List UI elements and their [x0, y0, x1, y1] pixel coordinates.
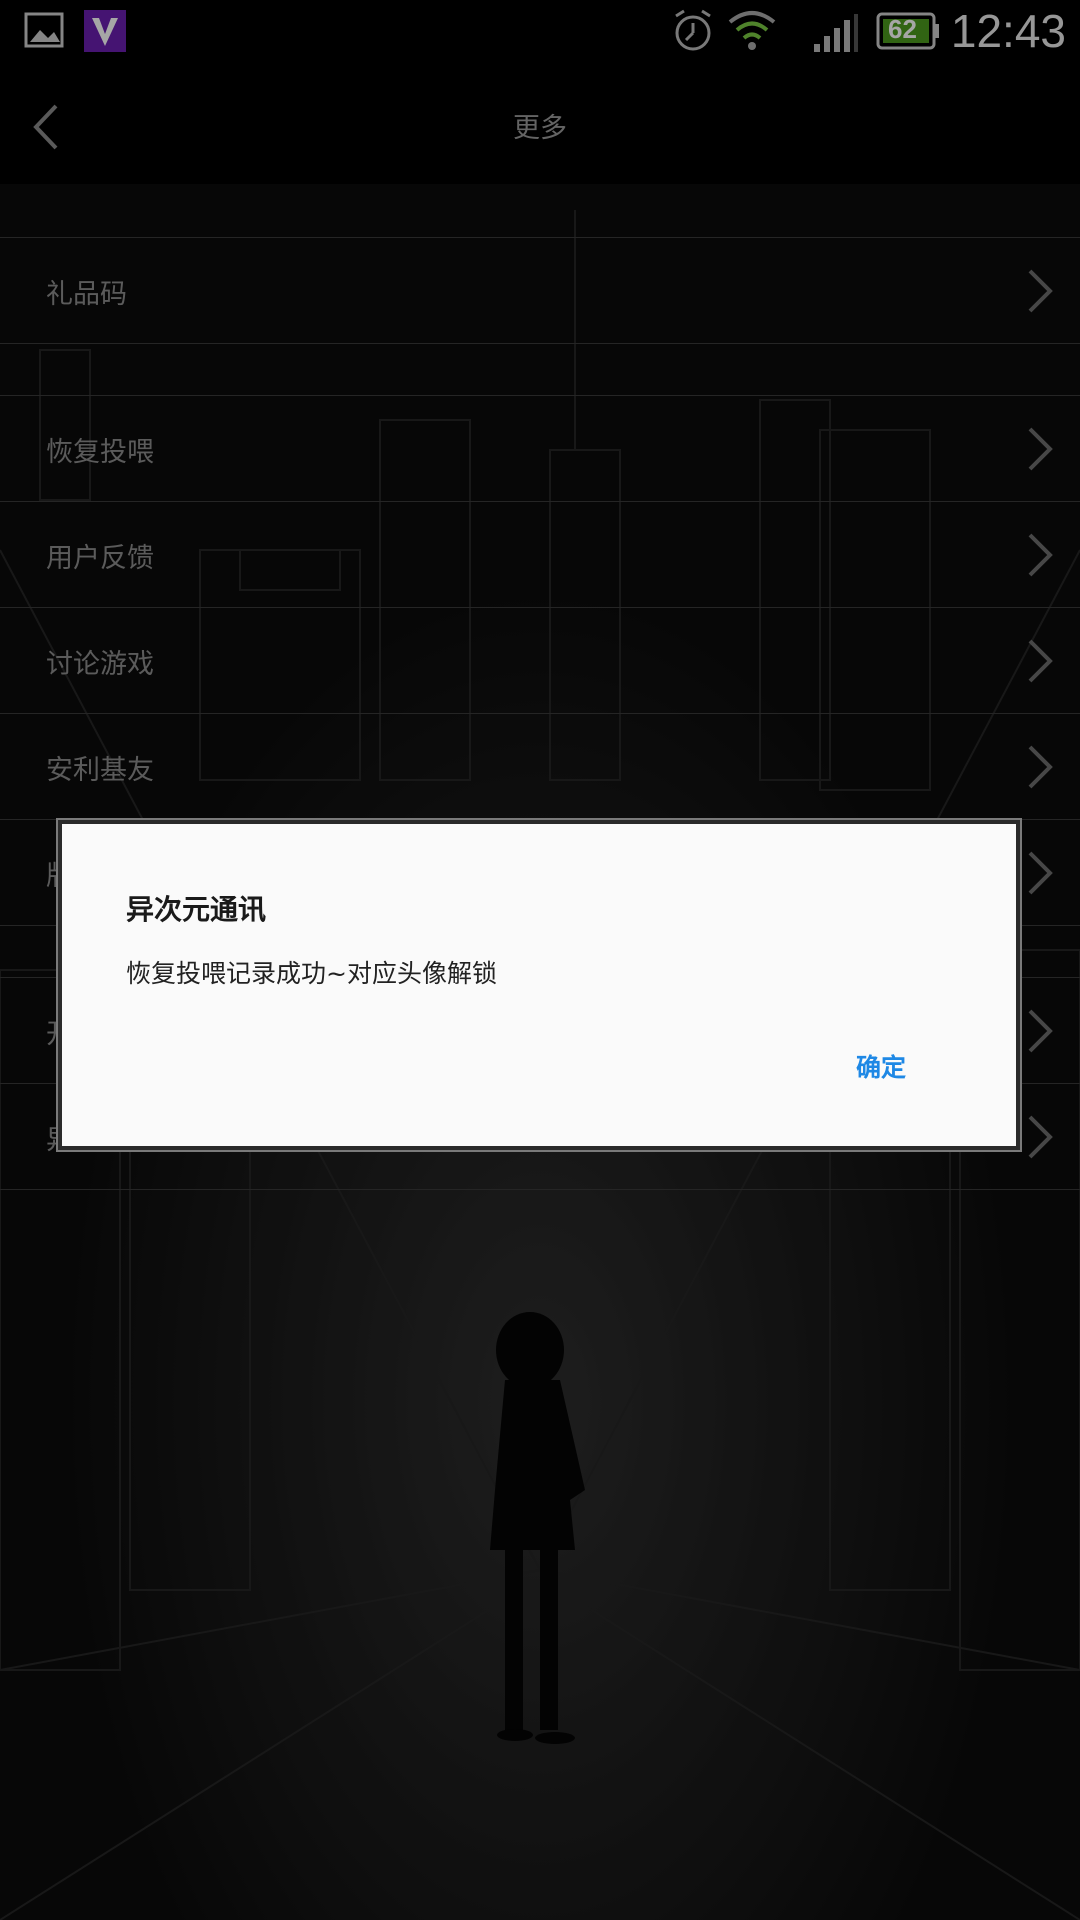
dialog-message: 恢复投喂记录成功~对应头像解锁 — [126, 959, 497, 988]
dialog-title: 异次元通讯 — [126, 893, 267, 926]
confirm-button[interactable]: 确定 — [856, 1048, 906, 1084]
alert-dialog: 异次元通讯 恢复投喂记录成功~对应头像解锁 确定 — [56, 818, 1022, 1152]
